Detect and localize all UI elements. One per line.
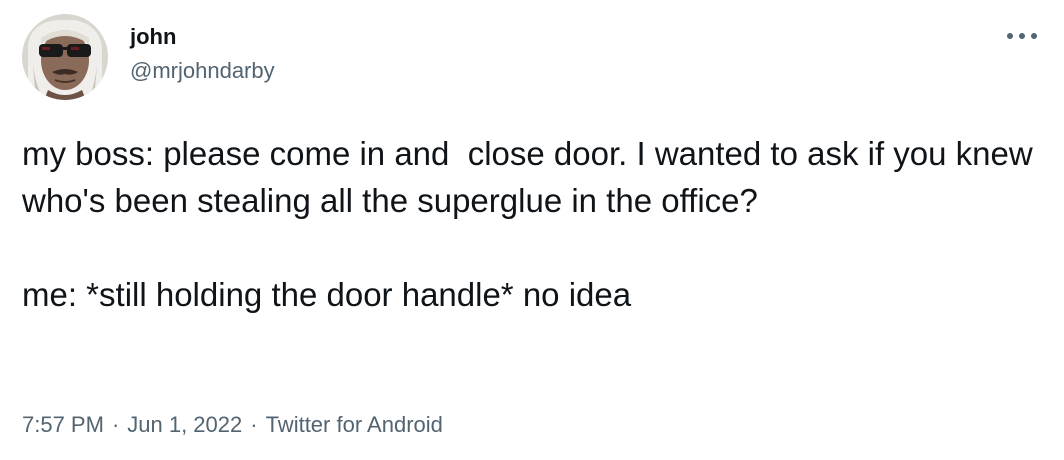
meta-separator: ·	[111, 412, 120, 437]
tweet-time[interactable]: 7:57 PM	[22, 410, 104, 440]
tweet-card: john @mrjohndarby my boss: please come i…	[0, 0, 1064, 460]
more-options-button[interactable]	[1000, 22, 1044, 50]
tweet-metadata: 7:57 PM · Jun 1, 2022 · Twitter for Android	[22, 410, 443, 440]
display-name[interactable]: john	[130, 22, 830, 52]
more-horizontal-icon	[1007, 33, 1037, 39]
profile-photo-icon	[22, 14, 108, 100]
tweet-date[interactable]: Jun 1, 2022	[127, 410, 242, 440]
meta-separator: ·	[250, 412, 258, 437]
avatar[interactable]	[22, 14, 108, 100]
username[interactable]: @mrjohndarby	[130, 56, 830, 86]
tweet-text: my boss: please come in and close door. …	[22, 135, 1033, 313]
author-names: john @mrjohndarby	[130, 22, 830, 86]
tweet-source[interactable]: Twitter for Android	[266, 410, 443, 440]
